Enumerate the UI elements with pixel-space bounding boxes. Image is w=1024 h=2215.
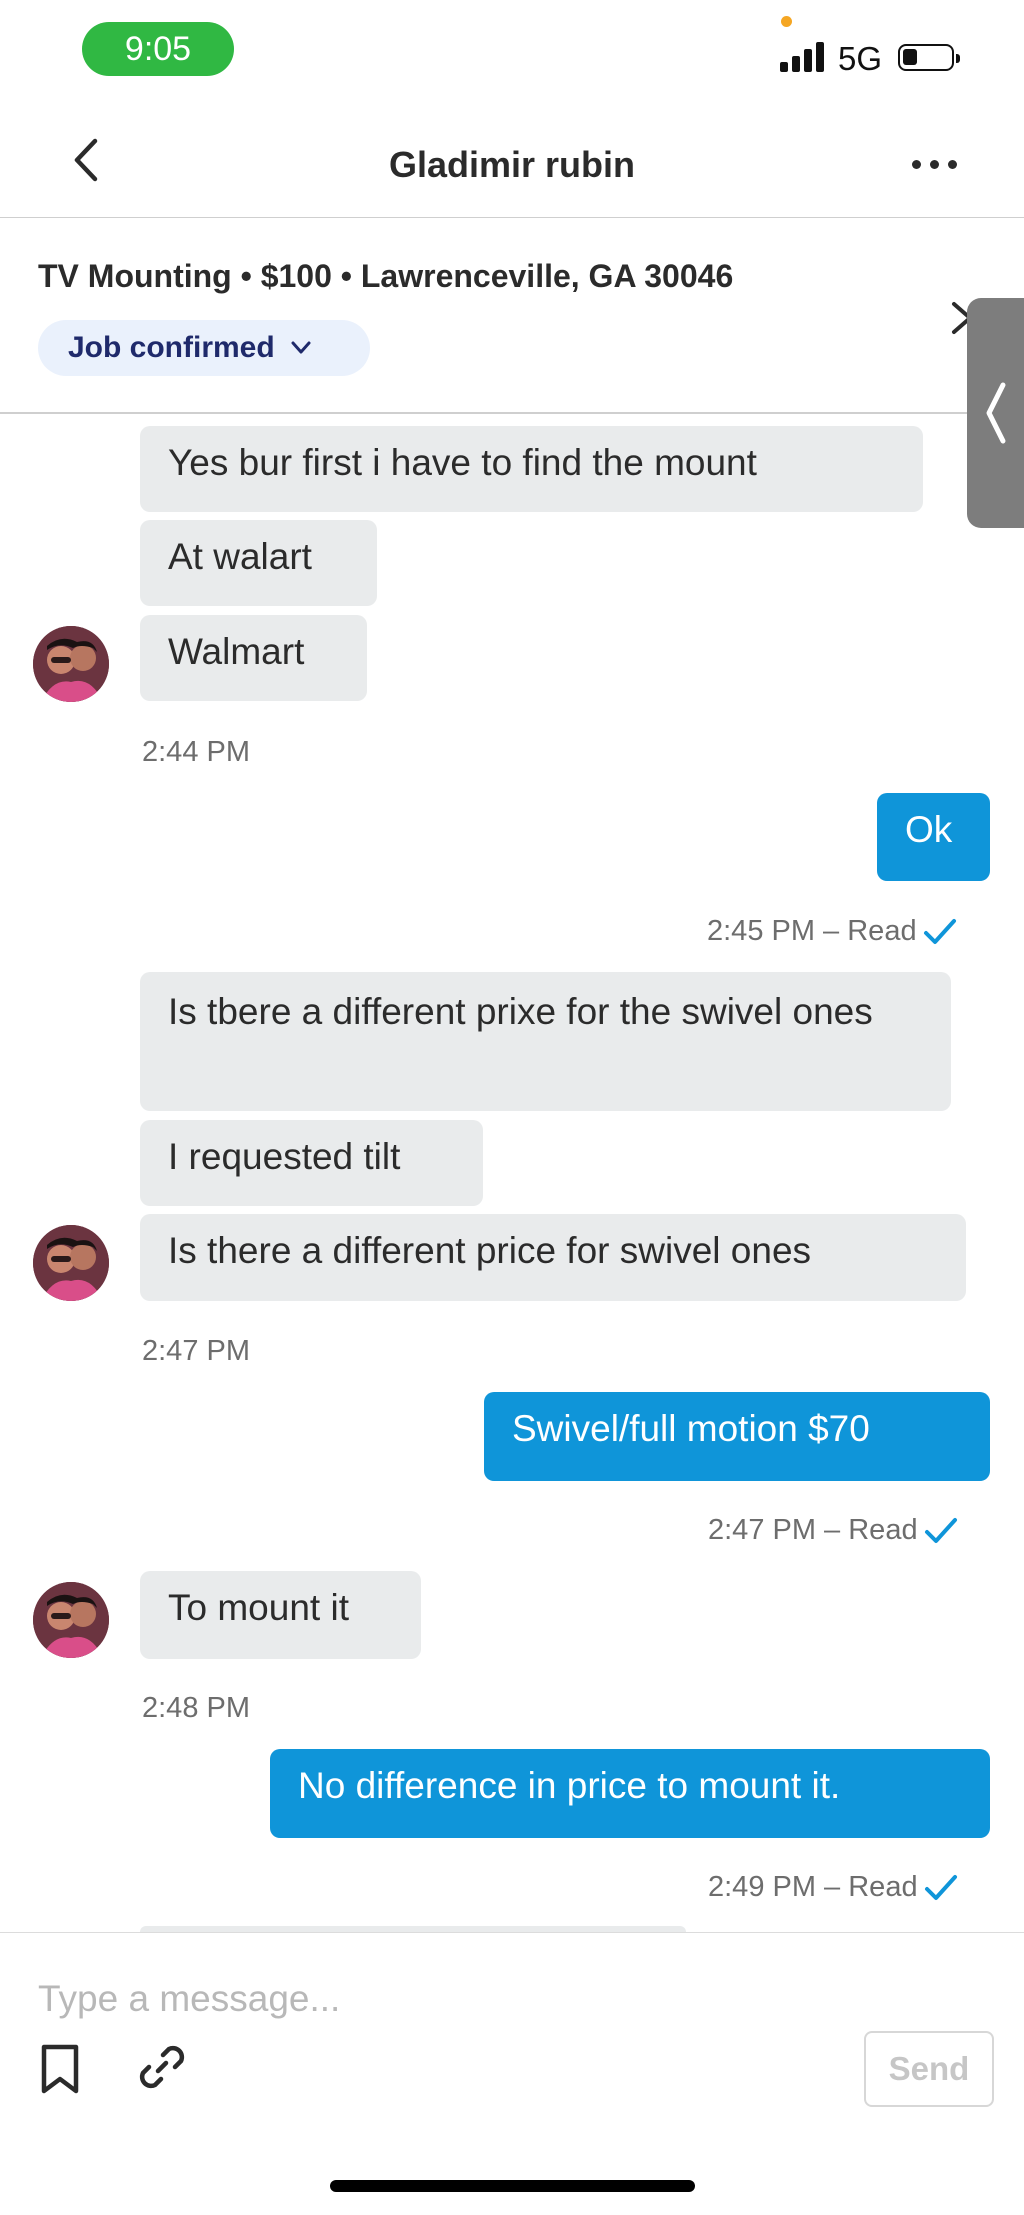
contact-name: Gladimir rubin	[388, 144, 636, 185]
message-timestamp: 2:48 PM	[142, 1692, 250, 1724]
job-info-bar: TV Mounting • $100 • Lawrenceville, GA 3…	[0, 218, 1024, 414]
incoming-message[interactable]: Yes bur first i have to find the mount	[140, 426, 923, 512]
signal-icon	[780, 42, 830, 72]
message-input[interactable]	[38, 1969, 838, 2029]
avatar[interactable]	[33, 626, 109, 702]
more-options-button[interactable]	[912, 154, 972, 174]
status-bar: 9:05 5G	[0, 0, 1024, 110]
incoming-message[interactable]: Is there a different price for swivel on…	[140, 1214, 966, 1301]
incoming-message[interactable]: Is tbere a different prixe for the swive…	[140, 972, 951, 1111]
status-time: 9:05	[82, 22, 234, 76]
privacy-indicator-dot	[781, 16, 792, 27]
check-icon	[924, 1517, 957, 1543]
check-icon	[923, 918, 956, 944]
chat-screen: 9:05 5G Gladimir rubin TV Mounting • $10…	[0, 0, 1024, 2215]
job-status-dropdown[interactable]: Job confirmed	[38, 320, 370, 376]
read-receipt: 2:45 PM – Read	[707, 915, 957, 948]
message-composer: Send	[0, 1932, 1024, 2215]
read-receipt: 2:49 PM – Read	[708, 1871, 958, 1904]
home-indicator	[330, 2180, 695, 2192]
job-status-label: Job confirmed	[68, 331, 275, 364]
network-label: 5G	[838, 40, 883, 77]
avatar[interactable]	[33, 1225, 109, 1301]
chat-header: Gladimir rubin	[0, 110, 1024, 218]
read-receipt-text: 2:45 PM – Read	[707, 915, 917, 947]
message-timestamp: 2:47 PM	[142, 1335, 250, 1367]
read-receipt: 2:47 PM – Read	[708, 1514, 958, 1547]
outgoing-message[interactable]: Swivel/full motion $70	[484, 1392, 990, 1481]
avatar[interactable]	[33, 1582, 109, 1658]
chevron-left-icon	[986, 382, 1005, 444]
outgoing-message[interactable]: Ok	[877, 793, 990, 881]
incoming-message[interactable]: I requested tilt	[140, 1120, 483, 1206]
read-receipt-text: 2:47 PM – Read	[708, 1514, 918, 1546]
chevron-down-icon	[291, 341, 311, 354]
battery-icon	[898, 44, 960, 71]
job-summary: TV Mounting • $100 • Lawrenceville, GA 3…	[38, 258, 734, 294]
side-panel-tab[interactable]	[967, 298, 1024, 528]
bookmark-icon[interactable]	[38, 2043, 82, 2095]
incoming-message[interactable]: Walmart	[140, 615, 367, 701]
read-receipt-text: 2:49 PM – Read	[708, 1871, 918, 1903]
more-horizontal-icon	[912, 159, 921, 169]
incoming-message[interactable]: To mount it	[140, 1571, 421, 1659]
send-button[interactable]: Send	[864, 2031, 994, 2107]
outgoing-message[interactable]: No difference in price to mount it.	[270, 1749, 990, 1838]
incoming-message[interactable]: At walart	[140, 520, 377, 606]
message-timestamp: 2:44 PM	[142, 736, 250, 768]
check-icon	[924, 1874, 957, 1900]
link-icon[interactable]	[136, 2041, 188, 2093]
